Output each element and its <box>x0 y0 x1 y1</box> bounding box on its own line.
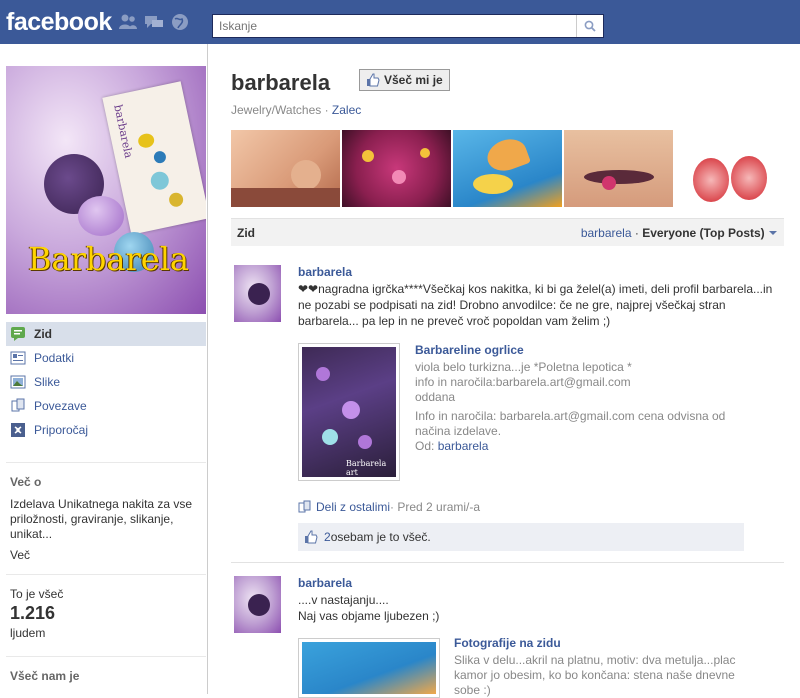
profile-picture[interactable]: barbarela Barbarela <box>6 66 206 314</box>
wall-header: Zid barbarela · Everyone (Top Posts) <box>231 218 784 246</box>
attachment-title[interactable]: Fotografije na zidu <box>454 636 754 651</box>
nav-item-photos[interactable]: Slike <box>6 370 206 394</box>
top-bar: facebook <box>0 0 800 44</box>
like-page-button[interactable]: Všeč mi je <box>359 69 450 91</box>
messages-icon[interactable] <box>144 13 164 31</box>
attachment-body: Barbareline ogrlice viola belo turkizna.… <box>415 343 755 454</box>
attachment-image[interactable]: Barbarela art <box>298 343 400 481</box>
post-author[interactable]: barbarela <box>298 265 352 279</box>
about-text: Izdelava Unikatnega nakita za vse prilož… <box>10 497 193 541</box>
about-heading: Več o <box>10 475 42 489</box>
wall-filter[interactable]: barbarela · Everyone (Top Posts) <box>581 226 778 240</box>
nav-label: Slike <box>34 375 61 389</box>
nav-label: Povezave <box>34 399 87 413</box>
wall-label: Zid <box>237 225 255 240</box>
attachment-from: Od: barbarela <box>415 439 489 453</box>
post-text: ❤❤nagradna igrčka****Všečkaj kos nakitka… <box>298 282 773 328</box>
left-navigation: Zid Podatki Slike Povezave Priporočaj <box>6 322 206 442</box>
post-time: · Pred 2 urami/-a <box>390 500 481 514</box>
nav-item-info[interactable]: Podatki <box>6 346 206 370</box>
thumbs-up-icon <box>367 73 380 87</box>
image-caption: Barbarela art <box>346 459 387 477</box>
picture-watermark: Barbarela <box>28 240 189 278</box>
post-author[interactable]: barbarela <box>298 576 352 590</box>
about-section: Več o Izdelava Unikatnega nakita za vse … <box>6 462 206 563</box>
we-like-section: Všeč nam je <box>6 656 206 691</box>
photo-thumb[interactable] <box>675 130 784 207</box>
nav-label: Priporočaj <box>34 423 89 437</box>
page-category: Jewelry/Watches <box>231 103 322 117</box>
share-link[interactable]: Deli z ostalimi <box>316 500 390 514</box>
notifications-globe-icon[interactable] <box>170 13 190 31</box>
wall-filter-name[interactable]: barbarela <box>581 226 632 240</box>
photo-thumb[interactable] <box>564 130 673 207</box>
wall-filter-value[interactable]: Everyone (Top Posts) <box>642 226 764 240</box>
attachment-line: info in naročila:barbarela.art@gmail.com <box>415 375 631 389</box>
post-likes: 2 osebam je to všeč. <box>298 523 744 551</box>
chevron-down-icon[interactable] <box>768 229 778 237</box>
nav-item-links[interactable]: Povezave <box>6 394 206 418</box>
nav-label: Zid <box>34 327 52 341</box>
post-avatar[interactable] <box>234 576 281 633</box>
photo-strip <box>231 130 784 207</box>
post-actions: Deli z ostalimi · Pred 2 urami/-a <box>298 500 480 514</box>
attachment-title[interactable]: Barbareline ogrlice <box>415 343 755 358</box>
nav-item-recommend[interactable]: Priporočaj <box>6 418 206 442</box>
attachment-image[interactable] <box>298 638 440 698</box>
about-more-link[interactable]: Več <box>10 548 202 563</box>
nav-item-wall[interactable]: Zid <box>6 322 206 346</box>
friend-requests-icon[interactable] <box>118 13 138 31</box>
notification-jewels <box>118 13 190 31</box>
likes-unit: ljudem <box>10 626 46 640</box>
photo-thumb[interactable] <box>231 130 340 207</box>
post-separator <box>231 562 784 563</box>
facebook-logo[interactable]: facebook <box>6 8 112 37</box>
links-icon <box>10 398 26 414</box>
post-avatar[interactable] <box>234 265 281 322</box>
page-title: barbarela <box>231 70 331 95</box>
attachment-body: Fotografije na zidu Slika v delu...akril… <box>454 636 754 698</box>
column-divider <box>207 44 208 694</box>
share-icon <box>298 500 311 513</box>
wall-post: barbarela ....v nastajanju.... Naj vas o… <box>231 576 784 698</box>
search-button[interactable] <box>576 15 603 37</box>
thumbs-up-icon <box>305 530 318 544</box>
photo-thumb[interactable] <box>342 130 451 207</box>
recommend-icon <box>10 422 26 438</box>
attachment-from-link[interactable]: barbarela <box>438 439 489 453</box>
attachment-description: Slika v delu...akril na platnu, motiv: d… <box>454 653 736 697</box>
page-location-link[interactable]: Zalec <box>332 103 361 117</box>
photos-icon <box>10 374 26 390</box>
search-icon <box>584 20 596 32</box>
info-icon <box>10 350 26 366</box>
photo-thumb[interactable] <box>453 130 562 207</box>
search-box <box>212 14 604 38</box>
card-label: barbarela <box>111 103 136 160</box>
search-input[interactable] <box>213 15 573 37</box>
attachment-description: Info in naročila: barbarela.art@gmail.co… <box>415 409 726 438</box>
wall-post: barbarela ❤❤nagradna igrčka****Všečkaj k… <box>231 265 784 555</box>
post-text: ....v nastajanju.... Naj vas objame ljub… <box>298 593 440 623</box>
likes-section: To je všeč 1.216 ljudem <box>6 574 206 640</box>
attachment-line: viola belo turkizna...je *Poletna lepoti… <box>415 360 632 374</box>
page-subtitle: Jewelry/Watches · Zalec <box>231 103 362 117</box>
likes-count-link[interactable]: 2 <box>324 530 331 544</box>
we-like-heading: Všeč nam je <box>10 669 80 683</box>
likes-heading: To je všeč <box>10 587 64 601</box>
nav-label: Podatki <box>34 351 75 365</box>
like-page-label: Všeč mi je <box>384 73 443 87</box>
likes-count[interactable]: 1.216 <box>10 603 202 624</box>
wall-icon <box>10 326 26 342</box>
attachment-line: oddana <box>415 390 456 404</box>
